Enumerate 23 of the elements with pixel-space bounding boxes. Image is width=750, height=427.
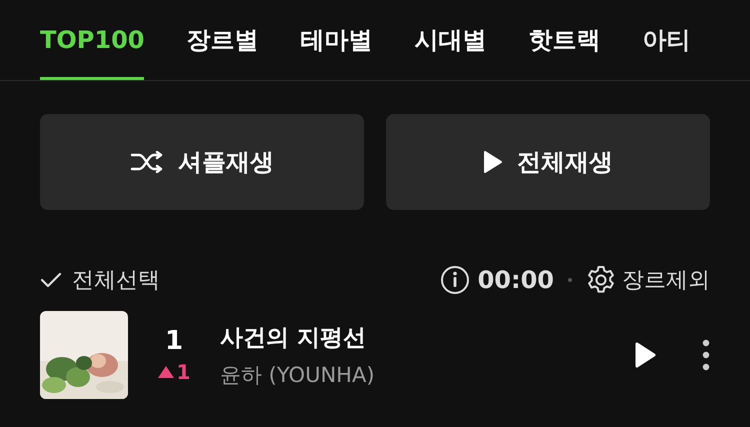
shuffle-play-button[interactable]: 셔플재생 [40, 114, 364, 210]
category-tab[interactable]: 테마별 [300, 0, 372, 80]
timer-text: 00:00 [478, 266, 554, 294]
rank-change: 1 [176, 360, 190, 384]
category-tab[interactable]: TOP100 [40, 0, 144, 80]
play-icon[interactable] [634, 341, 656, 369]
info-icon[interactable] [440, 265, 470, 295]
rank-number: 1 [164, 326, 184, 356]
gear-icon [586, 265, 616, 295]
artist-name: 윤하 (YOUNHA) [220, 362, 376, 388]
check-icon [40, 272, 62, 288]
shuffle-icon [130, 151, 164, 173]
song-title: 사건의 지평선 [220, 324, 368, 352]
category-tab[interactable]: 장르별 [186, 0, 258, 80]
genre-exclude-button[interactable]: 장르제외 [586, 265, 710, 295]
play-icon [483, 150, 503, 174]
category-tab[interactable]: 아티 [642, 0, 690, 80]
category-tab[interactable]: 시대별 [414, 0, 486, 80]
play-all-button[interactable]: 전체재생 [386, 114, 710, 210]
more-icon[interactable] [702, 339, 710, 371]
category-tab[interactable]: 핫트랙 [528, 0, 600, 80]
select-all-button[interactable]: 전체선택 [40, 265, 160, 295]
rank-up-icon [158, 366, 174, 378]
